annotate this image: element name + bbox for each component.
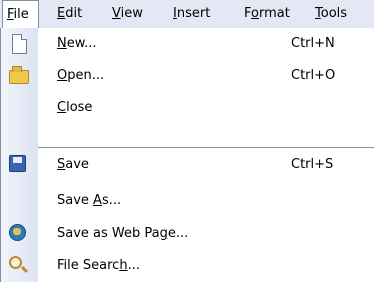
menu-item-file-search-label: File Search... bbox=[57, 250, 140, 282]
menu-insert[interactable]: Insert bbox=[173, 0, 210, 28]
search-label-pre: File Searc bbox=[57, 258, 120, 273]
menu-format-label-pre: F bbox=[244, 6, 252, 21]
close-label-access: C bbox=[57, 100, 67, 115]
save-web-label-pre: Save as Web Pa bbox=[57, 226, 160, 241]
menu-edit[interactable]: Edit bbox=[57, 0, 82, 28]
menu-tools[interactable]: Tools bbox=[315, 0, 347, 28]
save-web-label-rest: e... bbox=[167, 226, 189, 241]
close-label-rest: lose bbox=[66, 100, 93, 115]
menu-format[interactable]: Format bbox=[244, 0, 290, 28]
menu-file[interactable]: File bbox=[2, 0, 39, 29]
menu-item-save[interactable]: Save Ctrl+S bbox=[1, 149, 374, 181]
search-label-access: h bbox=[119, 258, 128, 273]
menu-edit-label-access: E bbox=[57, 6, 66, 21]
menu-item-open-label: Open... bbox=[57, 60, 104, 92]
menu-view[interactable]: View bbox=[112, 0, 143, 28]
menu-item-save-as[interactable]: Save As... bbox=[1, 185, 374, 217]
menu-view-label-access: V bbox=[112, 6, 121, 21]
menu-item-save-as-web-page-label: Save as Web Page... bbox=[57, 218, 188, 250]
save-web-label-access: g bbox=[159, 226, 168, 241]
new-label-rest: ew... bbox=[66, 36, 97, 51]
menu-view-label: iew bbox=[120, 6, 143, 21]
file-menu-dropdown: New... Ctrl+N Open... Ctrl+O Close Save … bbox=[0, 28, 374, 282]
menu-format-label-access: o bbox=[251, 6, 259, 21]
menu-item-close[interactable]: Close bbox=[1, 92, 374, 124]
save-label-rest: ave bbox=[65, 157, 89, 172]
open-label-access: O bbox=[57, 68, 68, 83]
web-page-icon bbox=[9, 224, 26, 241]
file-search-icon bbox=[9, 256, 22, 269]
open-shortcut: Ctrl+O bbox=[291, 68, 336, 83]
new-shortcut: Ctrl+N bbox=[291, 36, 335, 51]
menu-bar: File Edit View Insert Format Tools bbox=[0, 0, 374, 29]
menu-file-label: ile bbox=[13, 7, 29, 22]
menu-item-new-label: New... bbox=[57, 28, 97, 60]
menu-format-label: rmat bbox=[258, 6, 290, 21]
save-disk-icon bbox=[9, 155, 26, 172]
menu-tools-label: ools bbox=[320, 6, 348, 21]
menu-item-close-label: Close bbox=[57, 92, 92, 124]
menu-insert-label: nsert bbox=[176, 6, 211, 21]
open-folder-icon bbox=[9, 66, 29, 84]
menu-item-open[interactable]: Open... Ctrl+O bbox=[1, 60, 374, 92]
menu-separator bbox=[38, 147, 374, 148]
new-document-icon bbox=[12, 34, 27, 54]
menu-item-save-as-label: Save As... bbox=[57, 185, 121, 217]
menu-item-file-search[interactable]: File Search... bbox=[1, 250, 374, 282]
menu-item-save-label: Save bbox=[57, 149, 89, 181]
save-as-label-access: A bbox=[93, 193, 102, 208]
save-as-label-pre: Save bbox=[57, 193, 94, 208]
menu-edit-label: dit bbox=[65, 6, 83, 21]
save-as-label-rest: s... bbox=[101, 193, 122, 208]
open-label-rest: pen... bbox=[67, 68, 105, 83]
save-shortcut: Ctrl+S bbox=[291, 157, 334, 172]
menu-item-save-as-web-page[interactable]: Save as Web Page... bbox=[1, 218, 374, 250]
menu-item-new[interactable]: New... Ctrl+N bbox=[1, 28, 374, 60]
new-label-access: N bbox=[57, 36, 67, 51]
search-label-rest: ... bbox=[127, 258, 140, 273]
